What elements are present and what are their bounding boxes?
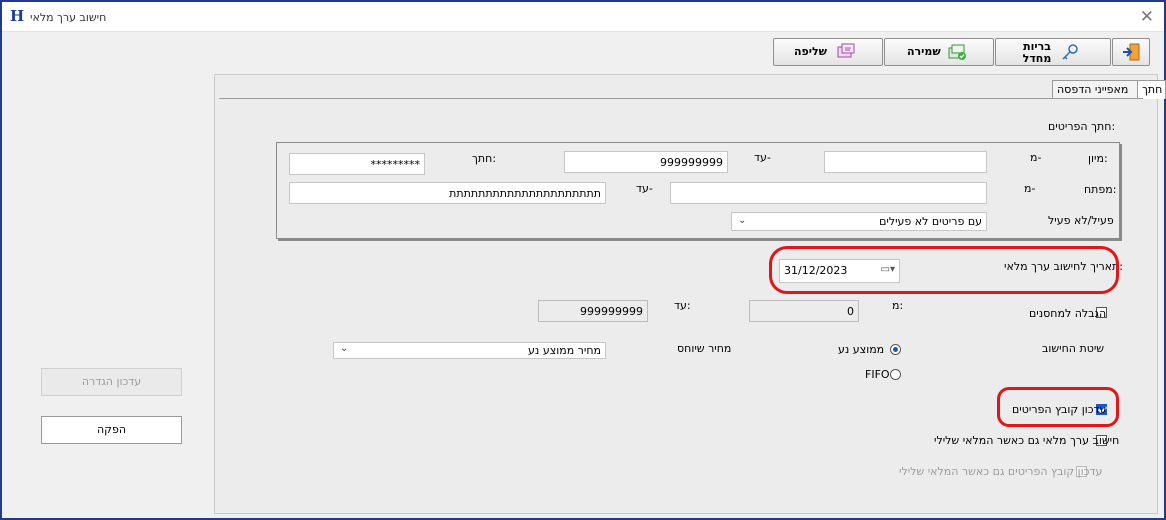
key-from-input[interactable] — [670, 182, 987, 204]
sort-label: מיון: — [1088, 152, 1108, 165]
cut-label: חתך: — [472, 152, 497, 165]
filter-section-title: חתך הפריטים: — [1048, 120, 1116, 133]
sort-from-label: מ- — [1030, 151, 1042, 164]
update-definition-button[interactable]: עדכון הגדרה — [41, 368, 182, 396]
cut-input[interactable]: ********* — [289, 153, 425, 175]
sort-from-input[interactable] — [824, 151, 987, 173]
tab-print-properties[interactable]: מאפייני הדפסה — [1052, 80, 1138, 98]
method-moving-average-label: ממוצע נע — [838, 343, 885, 356]
main-panel: חתך מאפייני הדפסה — [214, 74, 1166, 514]
key-from-label: מ- — [1024, 182, 1036, 195]
fetch-icon — [837, 43, 855, 58]
active-inactive-label: פעיל/לא פעיל — [1048, 214, 1114, 227]
warehouse-from-label: מ: — [892, 299, 904, 312]
key-label: מפתח: — [1084, 183, 1117, 196]
attributed-price-value: מחיר ממוצע נע — [528, 344, 601, 357]
method-moving-average-radio[interactable] — [890, 344, 901, 355]
key-to-input[interactable]: תתתתתתתתתתתתתתתתתתתתת — [289, 182, 606, 204]
password-label-line2: מחדל — [1022, 52, 1052, 65]
attributed-price-select[interactable]: מחיר ממוצע נע ⌄ — [333, 342, 606, 359]
title-bar: H חישוב ערך מלאי ✕ — [2, 2, 1164, 32]
method-fifo-radio[interactable] — [890, 369, 901, 380]
produce-button[interactable]: הפקה — [41, 416, 182, 444]
warehouse-restriction-label: הגבלה למחסנים — [1029, 307, 1107, 320]
tab-divider — [219, 98, 1143, 99]
active-inactive-value: עם פריטים לא פעילים — [879, 215, 982, 228]
fetch-label: שליפה — [794, 45, 828, 58]
calc-method-label: שיטת החישוב — [1042, 342, 1105, 355]
app-logo-icon: H — [10, 7, 25, 25]
chevron-down-icon: ⌄ — [340, 343, 349, 354]
exit-button[interactable] — [1112, 38, 1150, 66]
fetch-button[interactable]: שליפה — [773, 38, 883, 66]
close-icon[interactable]: ✕ — [1140, 7, 1154, 27]
save-label: שמירה — [907, 45, 941, 58]
highlight-oval-update — [997, 387, 1119, 427]
warehouse-to-label: עד: — [674, 299, 691, 312]
warehouse-to-input: 999999999 — [538, 300, 648, 322]
update-negative-stock-label: עדכון קובץ הפריטים גם כאשר המלאי שלילי — [899, 465, 1103, 478]
sort-to-input[interactable]: 999999999 — [564, 151, 728, 173]
active-inactive-select[interactable]: עם פריטים לא פעילים ⌄ — [731, 212, 987, 231]
chevron-down-icon: ⌄ — [738, 215, 747, 226]
attributed-price-label: מחיר שיוחס — [677, 342, 732, 355]
tab-filter[interactable]: חתך — [1137, 80, 1166, 99]
key-to-label: עד- — [636, 182, 653, 195]
sort-to-label: עד- — [754, 151, 771, 164]
method-fifo-label: FIFO — [865, 368, 890, 381]
main-window: H חישוב ערך מלאי ✕ שליפה שמירה בריות מחד… — [0, 0, 1166, 520]
exit-door-icon — [1123, 43, 1140, 61]
save-icon — [948, 44, 966, 60]
key-icon — [1062, 44, 1078, 60]
window-title: חישוב ערך מלאי — [30, 11, 107, 24]
calc-negative-stock-label: חישוב ערך מלאי גם כאשר המלאי שלילי — [934, 434, 1120, 447]
highlight-oval-date — [769, 246, 1119, 294]
warehouse-from-input: 0 — [749, 300, 859, 322]
save-button[interactable]: שמירה — [884, 38, 994, 66]
default-password-button[interactable]: בריות מחדל — [995, 38, 1111, 66]
